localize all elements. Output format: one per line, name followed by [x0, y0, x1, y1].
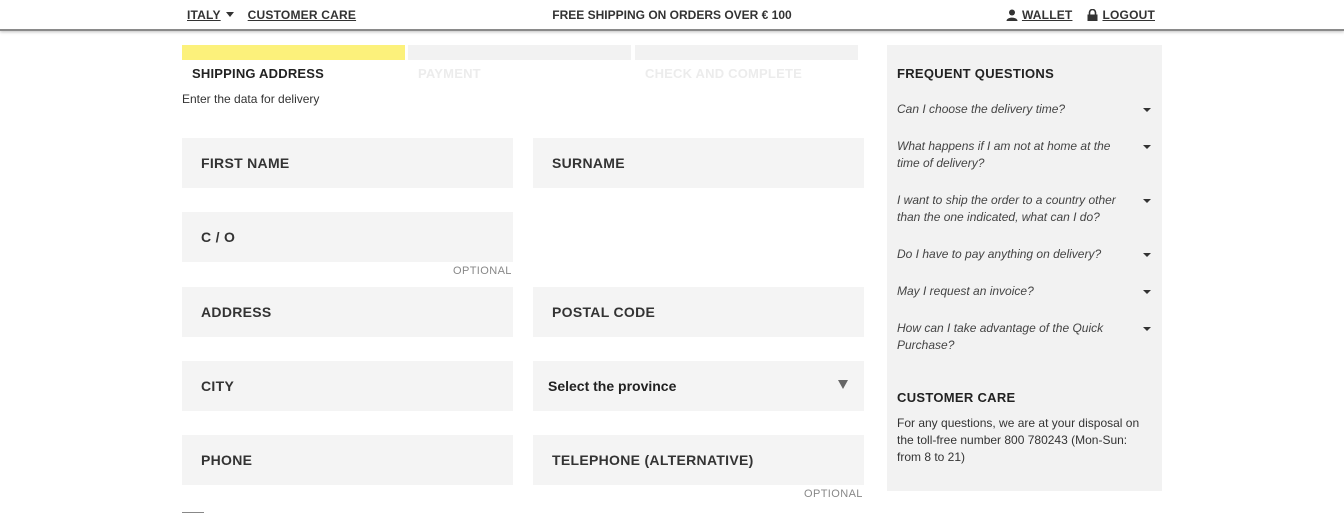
postal-code-field [533, 287, 864, 337]
faq-item[interactable]: Do I have to pay anything on delivery? [897, 246, 1152, 263]
top-bar-left: ITALY CUSTOMER CARE [187, 8, 356, 22]
user-icon [1006, 9, 1018, 21]
phone-alt-input[interactable] [533, 435, 864, 485]
province-select-value: Select the province [548, 378, 677, 394]
chevron-down-icon [1143, 253, 1151, 257]
care-of-optional-label: OPTIONAL [453, 265, 512, 277]
surname-field [533, 138, 864, 188]
logout-link-group[interactable]: LOGOUT [1087, 8, 1155, 22]
postal-code-input[interactable] [533, 287, 864, 337]
care-of-field [182, 212, 513, 262]
wallet-link[interactable]: WALLET [1022, 8, 1073, 22]
chevron-down-icon [1143, 327, 1151, 331]
step-bar-shipping [182, 45, 405, 60]
city-input[interactable] [182, 361, 513, 411]
customer-care-link[interactable]: CUSTOMER CARE [248, 8, 356, 22]
chevron-down-icon [1143, 108, 1151, 112]
phone-alt-optional-label: OPTIONAL [804, 488, 863, 500]
surname-input[interactable] [533, 138, 864, 188]
chevron-down-icon [225, 12, 234, 17]
faq-sidebar: FREQUENT QUESTIONS Can I choose the deli… [887, 45, 1162, 491]
faq-question: I want to ship the order to a country ot… [897, 193, 1116, 224]
phone-alt-field [533, 435, 864, 485]
faq-item[interactable]: How can I take advantage of the Quick Pu… [897, 320, 1152, 354]
phone-field [182, 435, 513, 485]
step-label-shipping: SHIPPING ADDRESS [192, 66, 325, 81]
chevron-down-icon [1143, 290, 1151, 294]
country-selector[interactable]: ITALY [187, 8, 221, 22]
faq-question: How can I take advantage of the Quick Pu… [897, 321, 1104, 352]
dropdown-arrow-icon [838, 380, 848, 389]
form-subtitle: Enter the data for delivery [182, 92, 320, 106]
logout-link[interactable]: LOGOUT [1102, 8, 1155, 22]
faq-title: FREQUENT QUESTIONS [897, 66, 1055, 81]
customer-care-text: For any questions, we are at your dispos… [897, 416, 1140, 464]
lock-icon [1087, 9, 1098, 21]
first-name-input[interactable] [182, 138, 513, 188]
step-bar-payment [408, 45, 631, 60]
checkout-progress [182, 45, 858, 60]
city-field [182, 361, 513, 411]
customer-care-title: CUSTOMER CARE [897, 390, 1016, 405]
top-bar-right: WALLET LOGOUT [991, 8, 1155, 22]
faq-question: Can I choose the delivery time? [897, 102, 1066, 116]
faq-item[interactable]: What happens if I am not at home at the … [897, 138, 1152, 172]
first-name-field [182, 138, 513, 188]
faq-item[interactable]: I want to ship the order to a country ot… [897, 192, 1152, 226]
phone-input[interactable] [182, 435, 513, 485]
address-input[interactable] [182, 287, 513, 337]
address-field [182, 287, 513, 337]
care-of-input[interactable] [182, 212, 513, 262]
faq-item[interactable]: May I request an invoice? [897, 283, 1152, 300]
faq-question: Do I have to pay anything on delivery? [897, 247, 1102, 261]
step-bar-check-complete [635, 45, 858, 60]
chevron-down-icon [1143, 145, 1151, 149]
step-label-payment: PAYMENT [418, 66, 481, 81]
faq-question: May I request an invoice? [897, 284, 1034, 298]
wallet-link-group[interactable]: WALLET [1006, 8, 1073, 22]
province-select[interactable]: Select the province [533, 361, 864, 411]
faq-item[interactable]: Can I choose the delivery time? [897, 101, 1152, 118]
faq-question: What happens if I am not at home at the … [897, 139, 1111, 170]
top-bar: ITALY CUSTOMER CARE FREE SHIPPING ON ORD… [0, 0, 1344, 31]
divider [182, 512, 204, 513]
step-label-check-complete: CHECK AND COMPLETE [645, 66, 802, 81]
chevron-down-icon [1143, 199, 1151, 203]
